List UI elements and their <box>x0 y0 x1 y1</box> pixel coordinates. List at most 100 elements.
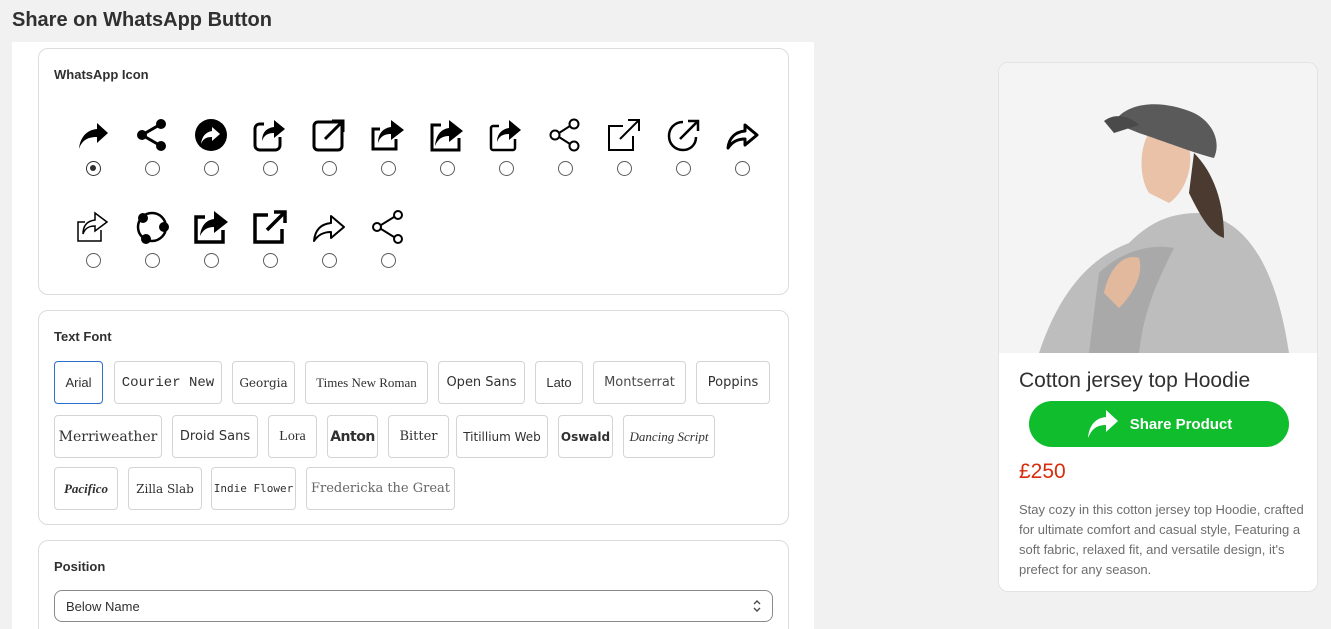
icon-option[interactable] <box>481 117 531 187</box>
font-option-label: Dancing Script <box>629 428 709 444</box>
icon-radio[interactable] <box>85 253 101 268</box>
icon-radio[interactable] <box>734 161 750 176</box>
icon-radio[interactable] <box>321 253 337 268</box>
font-option[interactable]: Zilla Slab <box>128 467 202 510</box>
font-option[interactable]: Lato <box>535 361 583 404</box>
icon-option[interactable] <box>422 117 472 187</box>
icon-radio[interactable] <box>144 253 160 268</box>
icon-option[interactable] <box>68 209 118 279</box>
icon-option[interactable] <box>599 117 649 187</box>
icon-card: WhatsApp Icon <box>38 48 789 295</box>
share-box-thin-icon <box>77 211 109 242</box>
font-option[interactable]: Georgia <box>232 361 295 404</box>
icon-radio[interactable] <box>321 161 337 176</box>
font-option-label: Titillium Web <box>463 429 541 444</box>
icon-option[interactable] <box>717 117 767 187</box>
external-link-thin-icon <box>608 119 640 151</box>
font-option-label: Oswald <box>560 429 611 444</box>
icon-radio[interactable] <box>380 161 396 176</box>
position-card: Position Below Name <box>38 540 789 629</box>
font-option-label: Pacifico <box>63 480 109 496</box>
font-option[interactable]: Bitter <box>388 415 449 458</box>
font-option[interactable]: Montserrat <box>593 361 686 404</box>
position-select-value: Below Name <box>66 598 140 614</box>
font-option[interactable]: Oswald <box>558 415 613 458</box>
font-option-label: Fredericka the Great <box>310 481 451 496</box>
position-select[interactable]: Below Name <box>54 590 773 622</box>
icon-radio[interactable] <box>616 161 632 176</box>
font-option-label: Times New Roman <box>316 374 417 390</box>
icon-option[interactable] <box>363 117 413 187</box>
font-option[interactable]: Open Sans <box>438 361 525 404</box>
font-option-label: Arial <box>65 375 92 390</box>
chevron-up-down-icon <box>753 600 761 612</box>
icon-radio[interactable] <box>557 161 573 176</box>
share-arrow-icon <box>1087 410 1118 438</box>
icon-option[interactable] <box>245 209 295 279</box>
icon-option[interactable] <box>186 117 236 187</box>
font-option[interactable]: Pacifico <box>54 467 118 510</box>
forward-arrow-icon <box>726 123 759 150</box>
icon-option[interactable] <box>304 209 354 279</box>
font-option-label: Zilla Slab <box>136 481 194 496</box>
product-image <box>999 63 1317 353</box>
icon-option[interactable] <box>304 117 354 187</box>
icon-option[interactable] <box>186 209 236 279</box>
font-option[interactable]: Titillium Web <box>456 415 548 458</box>
icon-radio[interactable] <box>262 161 278 176</box>
font-option[interactable]: Courier New <box>114 361 222 404</box>
font-option[interactable]: Dancing Script <box>623 415 715 458</box>
font-option[interactable]: Poppins <box>696 361 770 404</box>
icon-option[interactable] <box>540 117 590 187</box>
icon-radio[interactable] <box>85 161 101 176</box>
font-section-title: Text Font <box>54 329 112 344</box>
icon-option[interactable] <box>245 117 295 187</box>
font-option[interactable]: Fredericka the Great <box>306 467 455 510</box>
share-box-bold-icon <box>194 211 228 244</box>
product-name: Cotton jersey top Hoodie <box>1019 369 1251 392</box>
external-link-icon <box>312 119 345 152</box>
font-option-label: Montserrat <box>604 375 675 390</box>
icon-radio[interactable] <box>203 161 219 176</box>
font-option-label: Merriweather <box>58 428 158 445</box>
share-nodes-icon <box>137 119 166 151</box>
font-option-label: Georgia <box>239 375 288 390</box>
font-option[interactable]: Droid Sans <box>172 415 258 458</box>
share-box-outline-icon <box>489 120 521 152</box>
share-box-rounded-icon <box>253 120 285 152</box>
share-product-button[interactable]: Share Product <box>1029 401 1289 447</box>
font-option[interactable]: Lora <box>268 415 317 458</box>
icon-radio[interactable] <box>203 253 219 268</box>
icon-radio[interactable] <box>675 161 691 176</box>
font-option[interactable]: Times New Roman <box>305 361 428 404</box>
font-option-label: Lato <box>546 375 572 390</box>
icon-radio[interactable] <box>262 253 278 268</box>
font-option[interactable]: Indie Flower <box>211 467 296 510</box>
share-nodes-outline-icon <box>549 118 580 152</box>
product-price: £250 <box>1019 460 1066 483</box>
icon-option[interactable] <box>68 117 118 187</box>
share-circles-icon <box>136 211 169 244</box>
settings-panel: WhatsApp Icon Text Font Arial Courier New… <box>12 42 814 629</box>
share-nodes-thin-icon <box>372 210 403 244</box>
position-section-title: Position <box>54 559 106 574</box>
font-option[interactable]: Merriweather <box>54 415 162 458</box>
icon-option[interactable] <box>658 117 708 187</box>
icon-radio[interactable] <box>144 161 160 176</box>
curved-arrow-share-icon <box>79 123 108 149</box>
font-option[interactable]: Arial <box>54 361 103 404</box>
product-preview-card: Cotton jersey top Hoodie Share Product £… <box>998 62 1318 592</box>
icon-option[interactable] <box>127 117 177 187</box>
font-option-label: Droid Sans <box>179 429 251 444</box>
icon-option[interactable] <box>363 209 413 279</box>
icon-radio[interactable] <box>380 253 396 268</box>
font-option-label: Courier New <box>121 374 215 391</box>
external-link-bold-icon <box>253 210 287 244</box>
icon-radio[interactable] <box>498 161 514 176</box>
font-option[interactable]: Anton <box>327 415 378 458</box>
icon-option[interactable] <box>127 209 177 279</box>
font-card: Text Font Arial Courier New Georgia Times N… <box>38 310 789 525</box>
font-option-label: Poppins <box>707 375 759 390</box>
icon-radio[interactable] <box>439 161 455 176</box>
share-circle-icon <box>195 119 227 151</box>
